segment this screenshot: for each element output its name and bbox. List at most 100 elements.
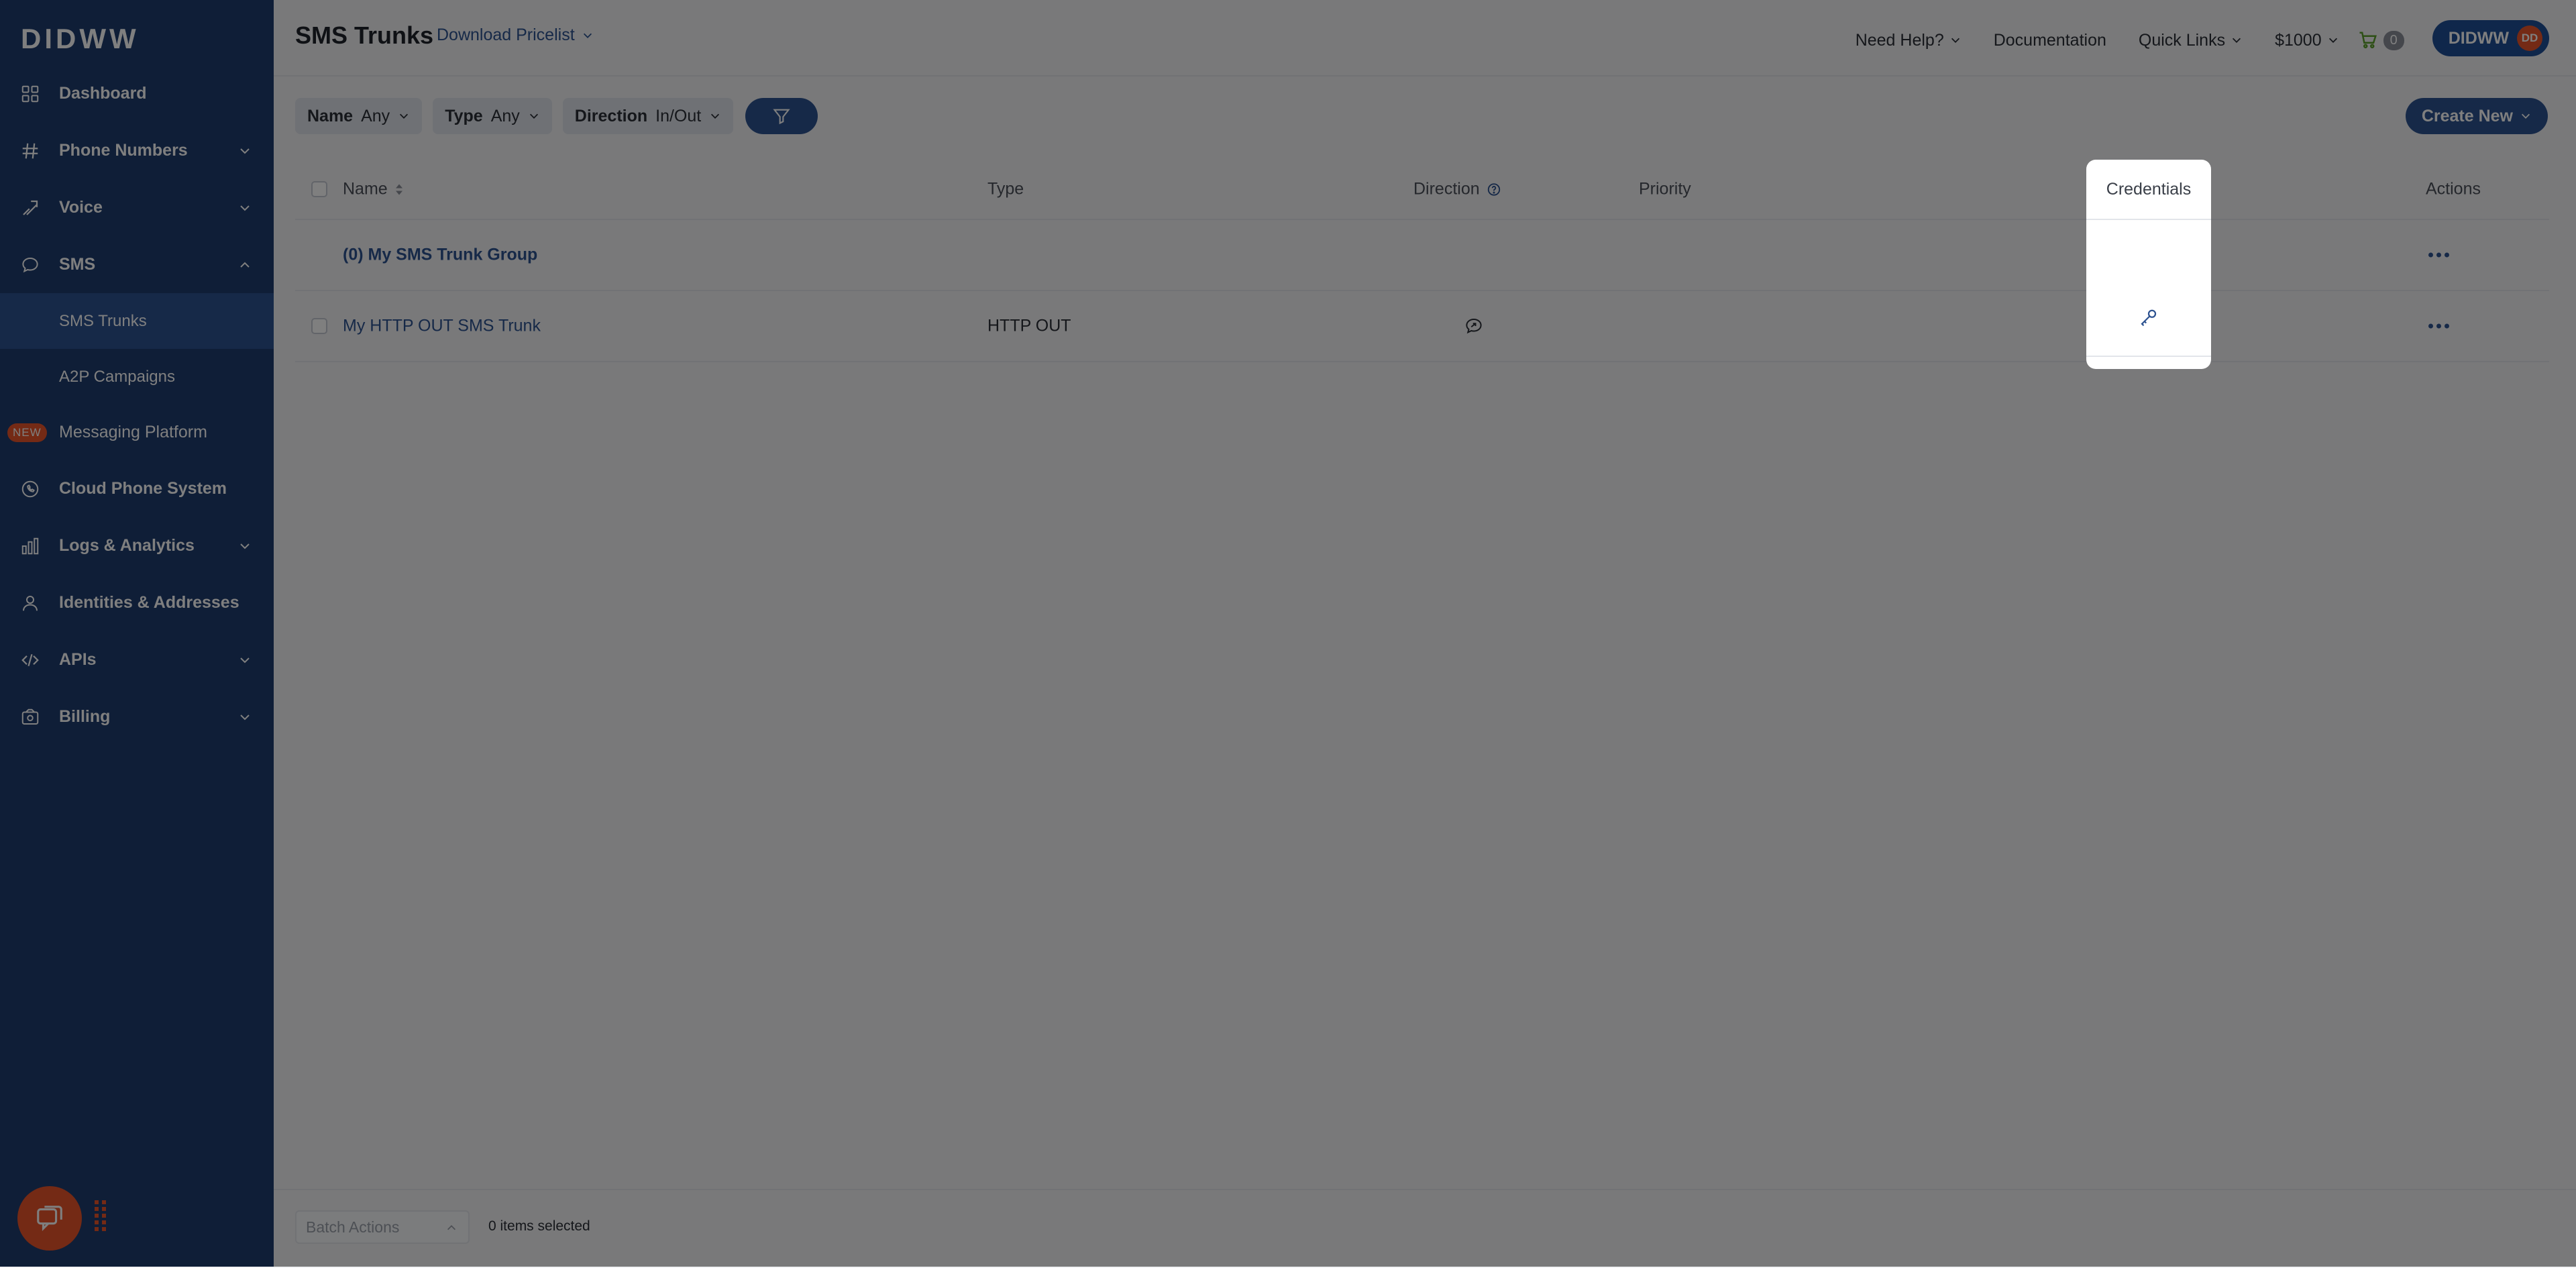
sidebar-item-label: Messaging Platform [59, 423, 207, 441]
select-all-checkbox[interactable] [311, 181, 327, 197]
trunk-name[interactable]: My HTTP OUT SMS Trunk [343, 317, 541, 336]
cart-icon [2359, 32, 2377, 48]
documentation-link[interactable]: Documentation [1994, 31, 2106, 50]
top-header: SMS Trunks Download Pricelist Need Help?… [274, 0, 2576, 76]
chevron-down-icon [2521, 113, 2530, 119]
sidebar-item-a2p-campaigns[interactable]: A2P Campaigns [0, 349, 274, 405]
sidebar-item-label: APIs [59, 650, 97, 669]
chevron-down-icon [583, 33, 592, 38]
message-icon [22, 257, 38, 272]
batch-actions-select[interactable]: Batch Actions [295, 1210, 470, 1244]
trunk-group-name[interactable]: (0) My SMS Trunk Group [343, 246, 537, 265]
sidebar-item-sms-trunks[interactable]: SMS Trunks [0, 293, 274, 349]
chevron-down-icon [711, 113, 720, 119]
page-title: SMS Trunks [295, 21, 434, 49]
filter-value: In/Out [655, 106, 702, 125]
filter-label: Name [307, 106, 354, 125]
checkbox-box [311, 318, 327, 334]
row-actions-button[interactable] [2428, 252, 2449, 258]
chevron-down-icon [240, 657, 250, 663]
sidebar-item-cloud-phone-system[interactable]: Cloud Phone System [0, 460, 274, 517]
sidebar-item-voice[interactable]: Voice [0, 179, 274, 236]
user-name: DIDWW [2448, 28, 2509, 48]
column-priority: Priority [1639, 180, 1691, 199]
voice-icon [23, 200, 38, 215]
sidebar-item-sms[interactable]: SMS [0, 236, 274, 293]
help-icon[interactable] [1487, 182, 1501, 197]
column-label: Type [987, 179, 1024, 199]
column-label: Priority [1639, 179, 1691, 199]
row-divider [2086, 356, 2211, 357]
key-icon[interactable] [2139, 308, 2159, 328]
table-row[interactable]: (0) My SMS Trunk Group [295, 220, 2549, 291]
sidebar-item-logs-analytics[interactable]: Logs & Analytics [0, 517, 274, 574]
advanced-filter-button[interactable] [745, 98, 818, 134]
sidebar-item-label: Phone Numbers [59, 141, 188, 160]
quick-links-label: Quick Links [2138, 30, 2226, 50]
trunk-type: HTTP OUT [987, 317, 1071, 336]
trunks-table: Name Type Direction Priority Actions (0)… [295, 160, 2549, 362]
row-name-link[interactable]: My HTTP OUT SMS Trunk [343, 317, 541, 336]
type-filter[interactable]: Type Any [433, 98, 552, 134]
grid-icon [21, 85, 39, 102]
chevron-down-icon [240, 148, 250, 154]
column-name[interactable]: Name [343, 180, 404, 199]
need-help-button[interactable]: Need Help? [1856, 31, 1962, 50]
bar-chart-icon [21, 537, 39, 554]
sidebar-item-label: Voice [59, 198, 103, 217]
table-footer: Batch Actions 0 items selected [274, 1189, 2576, 1268]
sort-icon [395, 184, 402, 195]
more-icon [2428, 323, 2449, 329]
sidebar-item-label: SMS [59, 255, 96, 274]
table-header: Name Type Direction Priority Actions [295, 160, 2549, 220]
sidebar-item-phone-numbers[interactable]: Phone Numbers [0, 122, 274, 179]
create-new-label: Create New [2421, 106, 2513, 125]
batch-actions-label: Batch Actions [306, 1218, 400, 1236]
sidebar-item-label: Logs & Analytics [59, 536, 195, 555]
column-direction: Direction [1413, 180, 1501, 199]
row-name-link[interactable]: (0) My SMS Trunk Group [343, 246, 537, 265]
sidebar-item-label: Billing [59, 707, 111, 726]
brand-logo[interactable]: DIDWW [21, 23, 140, 55]
cart-count-badge: 0 [2383, 30, 2404, 50]
chevron-up-icon [447, 1225, 456, 1230]
name-filter[interactable]: Name Any [295, 98, 423, 134]
quick-links-button[interactable]: Quick Links [2139, 31, 2243, 50]
balance-button[interactable]: $1000 [2275, 31, 2339, 50]
sidebar-item-messaging-platform[interactable]: NEW Messaging Platform [0, 405, 274, 460]
person-icon [23, 595, 38, 611]
filter-value: Any [490, 106, 520, 125]
chevron-up-icon [240, 262, 250, 268]
code-icon [21, 653, 39, 666]
sidebar-item-identities-addresses[interactable]: Identities & Addresses [0, 574, 274, 631]
row-checkbox[interactable] [311, 318, 327, 334]
table-row[interactable]: My HTTP OUT SMS Trunk HTTP OUT [295, 291, 2549, 362]
phone-icon [21, 480, 39, 497]
chat-button[interactable] [17, 1186, 82, 1251]
new-badge: NEW [7, 423, 47, 442]
selection-count: 0 items selected [488, 1218, 590, 1234]
column-credentials: Credentials [2086, 160, 2211, 220]
user-menu-button[interactable]: DIDWW DD [2432, 20, 2549, 56]
download-pricelist-button[interactable]: Download Pricelist [437, 25, 594, 45]
sidebar-item-dashboard[interactable]: Dashboard [0, 65, 274, 122]
sidebar-item-billing[interactable]: Billing [0, 688, 274, 745]
avatar: DD [2517, 25, 2542, 51]
need-help-label: Need Help? [1855, 30, 1944, 50]
sidebar-item-label: A2P Campaigns [59, 367, 175, 386]
direction-indicator [1464, 316, 1484, 336]
direction-filter[interactable]: Direction In/Out [562, 98, 734, 134]
documentation-label: Documentation [1993, 30, 2106, 50]
hash-icon [22, 143, 38, 158]
sidebar-item-apis[interactable]: APIs [0, 631, 274, 688]
cart-button[interactable]: 0 [2358, 30, 2404, 50]
filter-value: Any [361, 106, 390, 125]
credentials-spotlight: Credentials [2086, 160, 2211, 369]
drag-handle-icon[interactable] [93, 1199, 108, 1236]
sidebar: DIDWW Dashboard Phone Numbers Voice SMS … [0, 0, 274, 1267]
header-links: Need Help? Documentation Quick Links $10… [1856, 20, 2549, 56]
row-actions-button[interactable] [2428, 323, 2449, 329]
more-icon [2428, 252, 2449, 258]
column-label: Name [343, 179, 388, 199]
create-new-button[interactable]: Create New [2405, 98, 2548, 134]
